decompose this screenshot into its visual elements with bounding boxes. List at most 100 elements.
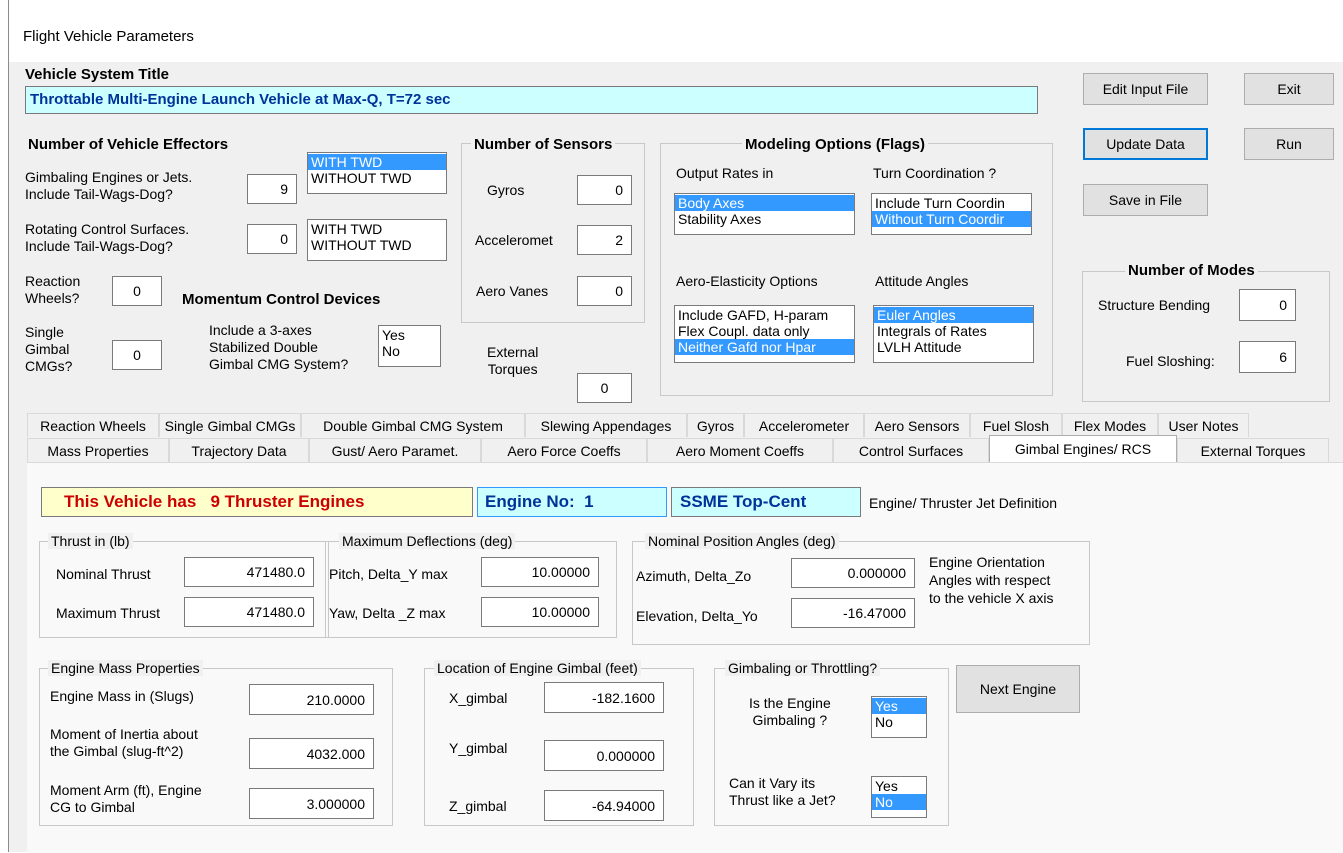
list-option[interactable]: Without Turn Coordir (872, 211, 1031, 227)
list-option[interactable]: Stability Axes (675, 211, 854, 227)
elevation-input[interactable]: -16.47000 (791, 598, 915, 628)
main-window: Flight Vehicle Parameters Vehicle System… (8, 0, 1343, 853)
moment-of-inertia-input[interactable]: 4032.000 (249, 738, 374, 769)
tab-reaction-wheels[interactable]: Reaction Wheels (27, 413, 159, 437)
list-option[interactable]: Include GAFD, H-param (675, 307, 854, 323)
y-gimbal-input[interactable]: 0.000000 (544, 740, 664, 771)
pitch-deflection-label: Pitch, Delta_Y max (329, 566, 448, 582)
orientation-note: Engine Orientation Angles with respect to … (929, 554, 1054, 606)
list-option[interactable]: Yes (872, 698, 926, 714)
list-option[interactable]: Body Axes (675, 195, 854, 211)
yaw-deflection-input[interactable]: 10.00000 (481, 597, 599, 627)
tab-external-torques[interactable]: External Torques (1177, 438, 1329, 462)
edit-input-file-button[interactable]: Edit Input File (1083, 73, 1208, 105)
yaw-deflection-label: Yaw, Delta _Z max (329, 605, 446, 621)
list-option[interactable]: WITH TWD (308, 221, 446, 237)
modeling-options-title: Modeling Options (Flags) (742, 136, 928, 153)
gyros-input[interactable]: 0 (577, 175, 632, 205)
tab-accelerometer[interactable]: Accelerometer (744, 413, 864, 437)
tab-flex-modes[interactable]: Flex Modes (1062, 413, 1158, 437)
vary-thrust-label: Can it Vary its Thrust like a Jet? (729, 775, 836, 808)
reaction-wheels-input[interactable]: 0 (112, 276, 162, 306)
list-option[interactable]: Yes (872, 778, 926, 794)
vehicle-title-input[interactable]: Throttable Multi-Engine Launch Vehicle a… (25, 86, 1038, 114)
list-option[interactable]: No (379, 343, 440, 359)
aero-vanes-label: Aero Vanes (476, 283, 549, 299)
gimbal-engines-input[interactable]: 9 (247, 174, 297, 204)
engine-mass-input[interactable]: 210.0000 (249, 684, 374, 715)
double-cmg-list[interactable]: Yes No (378, 325, 441, 367)
double-cmg-label: Include a 3-axes Stabilized Double Gimbal … (209, 322, 349, 372)
tab-trajectory-data[interactable]: Trajectory Data (169, 438, 309, 462)
tab-user-notes[interactable]: User Notes (1158, 413, 1249, 437)
tab-fuel-slosh[interactable]: Fuel Slosh (970, 413, 1062, 437)
next-engine-button[interactable]: Next Engine (956, 665, 1080, 713)
list-option[interactable]: Include Turn Coordin (872, 195, 1031, 211)
exit-button[interactable]: Exit (1244, 73, 1334, 105)
x-gimbal-label: X_gimbal (449, 690, 508, 706)
list-option[interactable]: Neither Gafd nor Hpar (675, 339, 854, 355)
structure-bending-input[interactable]: 0 (1239, 289, 1296, 321)
attitude-angles-list[interactable]: Euler Angles Integrals of Rates LVLH Att… (873, 305, 1034, 363)
list-option[interactable]: WITHOUT TWD (308, 237, 446, 253)
engine-mass-label: Engine Mass in (Slugs) (50, 688, 194, 704)
tab-gyros[interactable]: Gyros (687, 413, 744, 437)
list-option[interactable]: No (872, 794, 926, 810)
tab-slewing-appendages[interactable]: Slewing Appendages (525, 413, 687, 437)
z-gimbal-input[interactable]: -64.94000 (544, 790, 664, 821)
update-data-button[interactable]: Update Data (1083, 128, 1208, 160)
nominal-thrust-label: Nominal Thrust (56, 566, 151, 582)
tab-aero-sensors[interactable]: Aero Sensors (864, 413, 970, 437)
tab-control-surfaces[interactable]: Control Surfaces (833, 438, 989, 462)
list-option[interactable]: Yes (379, 327, 440, 343)
single-cmg-input[interactable]: 0 (112, 340, 162, 370)
azimuth-label: Azimuth, Delta_Zo (636, 568, 752, 584)
tab-aero-moment-coeffs[interactable]: Aero Moment Coeffs (647, 438, 833, 462)
tab-mass-properties[interactable]: Mass Properties (27, 438, 169, 462)
is-gimbaling-label: Is the Engine Gimbaling ? (749, 695, 831, 728)
output-rates-label: Output Rates in (676, 165, 774, 181)
tab-single-gimbal-cmgs[interactable]: Single Gimbal CMGs (159, 413, 301, 437)
tab-gimbal-engines[interactable]: Gimbal Engines/ RCS (989, 435, 1177, 462)
list-option[interactable]: Flex Coupl. data only (675, 323, 854, 339)
list-option[interactable]: No (872, 714, 926, 730)
engine-name-field[interactable]: SSME Top-Cent (671, 487, 861, 517)
engine-count-banner: This Vehicle has 9 Thruster Engines (41, 487, 473, 517)
moment-of-inertia-label: Moment of Inertia about the Gimbal (slug-… (50, 726, 198, 759)
engine-number-field[interactable]: Engine No: 1 (477, 487, 667, 517)
tab-gust-aero[interactable]: Gust/ Aero Paramet. (309, 438, 481, 462)
z-gimbal-label: Z_gimbal (449, 798, 507, 814)
maximum-thrust-input[interactable]: 471480.0 (184, 597, 314, 627)
aero-vanes-input[interactable]: 0 (577, 276, 632, 306)
list-option[interactable]: Integrals of Rates (874, 323, 1033, 339)
list-option[interactable]: WITH TWD (308, 154, 446, 170)
rotating-twd-list[interactable]: WITH TWD WITHOUT TWD (307, 219, 447, 261)
tab-row-1: Reaction Wheels Single Gimbal CMGs Doubl… (27, 413, 1343, 437)
save-in-file-button[interactable]: Save in File (1083, 184, 1208, 216)
output-rates-list[interactable]: Body Axes Stability Axes (674, 193, 855, 235)
gimbal-twd-list[interactable]: WITH TWD WITHOUT TWD (307, 152, 447, 194)
accelerometer-label: Acceleromet (475, 232, 553, 248)
pitch-deflection-input[interactable]: 10.00000 (481, 557, 599, 587)
y-gimbal-label: Y_gimbal (449, 740, 508, 756)
is-gimbaling-list[interactable]: Yes No (871, 696, 927, 738)
tab-aero-force-coeffs[interactable]: Aero Force Coeffs (481, 438, 647, 462)
list-option[interactable]: LVLH Attitude (874, 339, 1033, 355)
list-option[interactable]: WITHOUT TWD (308, 170, 446, 186)
x-gimbal-input[interactable]: -182.1600 (544, 682, 664, 713)
window-title: Flight Vehicle Parameters (23, 28, 194, 45)
aero-elasticity-list[interactable]: Include GAFD, H-param Flex Coupl. data o… (674, 305, 855, 363)
fuel-sloshing-input[interactable]: 6 (1239, 341, 1296, 373)
accelerometer-input[interactable]: 2 (577, 225, 632, 255)
nominal-thrust-input[interactable]: 471480.0 (184, 557, 314, 587)
list-option[interactable]: Euler Angles (874, 307, 1033, 323)
vary-thrust-list[interactable]: Yes No (871, 776, 927, 818)
external-torques-input[interactable]: 0 (577, 373, 632, 403)
azimuth-input[interactable]: 0.000000 (791, 558, 915, 588)
tab-double-gimbal-cmg[interactable]: Double Gimbal CMG System (301, 413, 525, 437)
moment-arm-input[interactable]: 3.000000 (249, 788, 374, 819)
turn-coordination-list[interactable]: Include Turn Coordin Without Turn Coordi… (871, 193, 1032, 235)
run-button[interactable]: Run (1244, 128, 1334, 160)
aero-elasticity-label: Aero-Elasticity Options (676, 273, 818, 289)
rotating-surfaces-input[interactable]: 0 (247, 224, 297, 254)
